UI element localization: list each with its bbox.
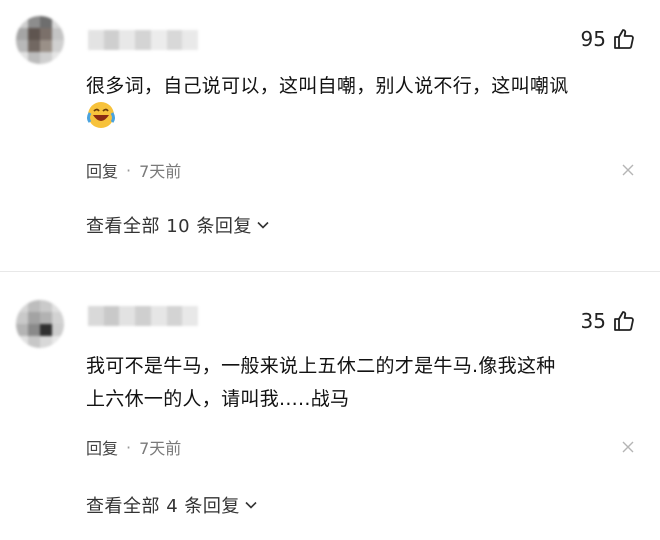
- like-button[interactable]: 95: [581, 27, 636, 51]
- thumbs-up-icon: [614, 29, 634, 49]
- comment-text-line: 很多词，自己说可以，这叫自嘲，别人说不行，这叫嘲讽: [86, 75, 569, 97]
- comment-text-line: 我可不是牛马，一般来说上五休二的才是牛马.像我这种: [86, 355, 556, 377]
- comment-time: 7天前: [139, 162, 182, 181]
- view-all-replies-button[interactable]: 查看全部 4 条回复: [86, 492, 258, 518]
- thumbs-up-icon: [614, 311, 634, 331]
- avatar[interactable]: [16, 16, 64, 64]
- close-icon[interactable]: [622, 441, 634, 453]
- laughing-crying-emoji-icon: [87, 102, 115, 128]
- reply-button[interactable]: 回复: [86, 158, 118, 182]
- comment-item: 95 很多词，自己说可以，这叫自嘲，别人说不行，这叫嘲讽 回复 · 7天前 查看…: [0, 0, 660, 272]
- username[interactable]: [88, 306, 199, 326]
- like-count: 95: [580, 27, 606, 51]
- like-count: 35: [580, 309, 606, 333]
- comment-time: 7天前: [139, 439, 182, 458]
- avatar[interactable]: [16, 300, 64, 348]
- meta-separator: ·: [126, 160, 132, 180]
- close-icon[interactable]: [622, 164, 634, 176]
- view-all-replies-button[interactable]: 查看全部 10 条回复: [86, 212, 270, 238]
- comment-text: 很多词，自己说可以，这叫自嘲，别人说不行，这叫嘲讽: [86, 70, 636, 103]
- comment-item: 35 我可不是牛马，一般来说上五休二的才是牛马.像我这种 上六休一的人，请叫我.…: [0, 272, 660, 540]
- comment-text-line: 上六休一的人，请叫我.....战马: [86, 388, 350, 410]
- comment-meta: 回复 · 7天前: [86, 435, 181, 459]
- chevron-down-icon: [257, 221, 269, 229]
- like-button[interactable]: 35: [581, 309, 636, 333]
- view-all-replies-label: 查看全部 4 条回复: [86, 496, 240, 517]
- comment-meta: 回复 · 7天前: [86, 158, 181, 182]
- meta-separator: ·: [126, 437, 132, 457]
- reply-button[interactable]: 回复: [86, 435, 118, 459]
- username[interactable]: [88, 30, 199, 50]
- comment-text: 我可不是牛马，一般来说上五休二的才是牛马.像我这种 上六休一的人，请叫我....…: [86, 350, 636, 416]
- view-all-replies-label: 查看全部 10 条回复: [86, 216, 252, 237]
- chevron-down-icon: [245, 501, 257, 509]
